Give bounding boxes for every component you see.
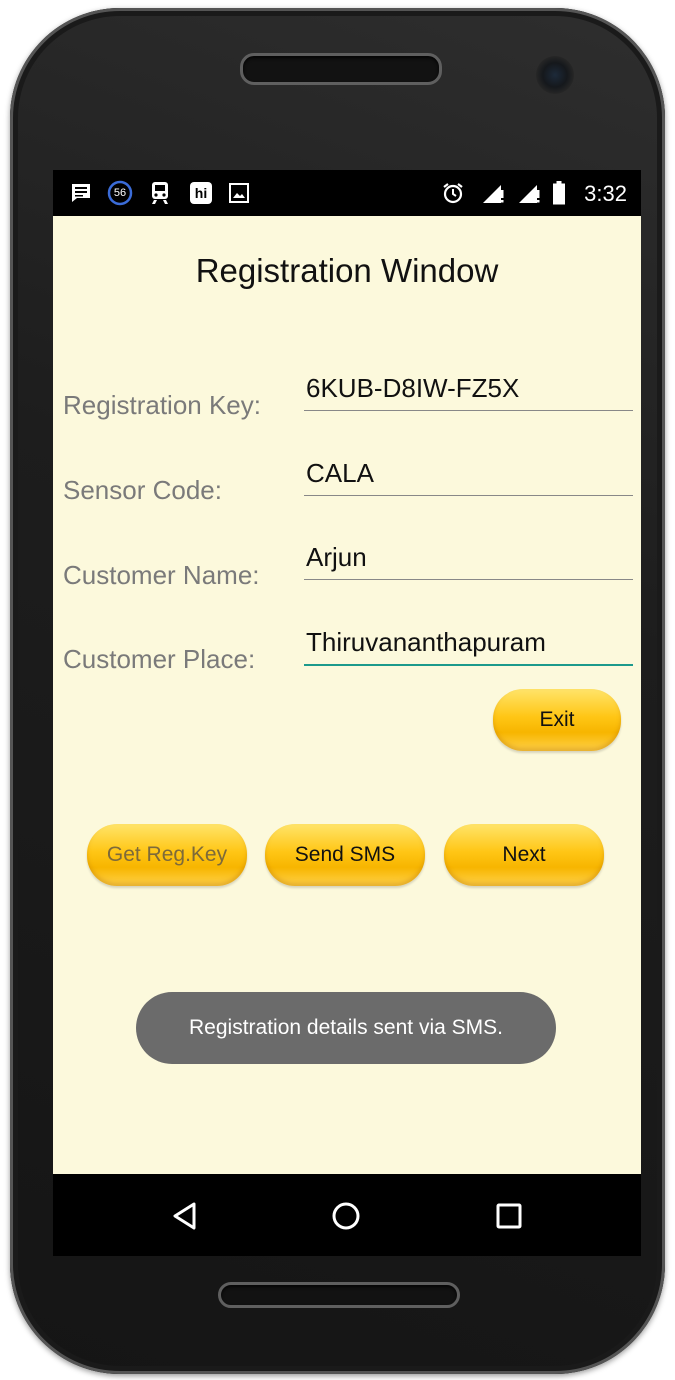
bottom-speaker [218,1282,460,1308]
registration-key-label: Registration Key: [63,390,261,420]
alarm-icon [441,182,465,204]
circle-56-icon: 56 [107,180,133,206]
home-icon[interactable] [326,1196,366,1236]
signal-icon [481,182,505,204]
back-icon[interactable] [165,1196,205,1236]
customer-name-field[interactable]: Arjun [304,537,633,580]
sensor-code-field[interactable]: CALA [304,453,633,496]
registration-key-field[interactable]: 6KUB-D8IW-FZ5X [304,368,633,411]
train-icon [150,182,170,204]
recents-icon[interactable] [489,1196,529,1236]
badge-count: 56 [113,187,127,199]
hi-app-label: hi [190,182,212,204]
customer-place-field[interactable]: Thiruvananthapuram [304,622,633,666]
registration-form: Registration Window Registration Key: 6K… [53,216,641,1174]
signal-icon [517,182,541,204]
image-icon [229,182,249,204]
next-button[interactable]: Next [444,824,604,886]
exit-button[interactable]: Exit [493,689,621,751]
customer-name-label: Customer Name: [63,560,260,590]
hi-app-icon: hi [190,182,212,204]
earpiece-speaker [240,53,442,85]
battery-icon [553,181,565,205]
get-reg-key-button[interactable]: Get Reg.Key [87,824,247,886]
front-camera [536,56,574,94]
customer-place-label: Customer Place: [63,644,256,674]
message-icon [70,182,92,204]
navigation-bar [53,1174,641,1256]
send-sms-button[interactable]: Send SMS [265,824,425,886]
toast-message: Registration details sent via SMS. [136,992,556,1064]
screen: 56 hi 3:32 Registration Window Registrat… [53,170,641,1256]
page-title: Registration Window [195,252,499,289]
clock: 3:32 [584,181,627,206]
sensor-code-label: Sensor Code: [63,475,222,505]
status-bar: 56 hi 3:32 [53,170,641,216]
